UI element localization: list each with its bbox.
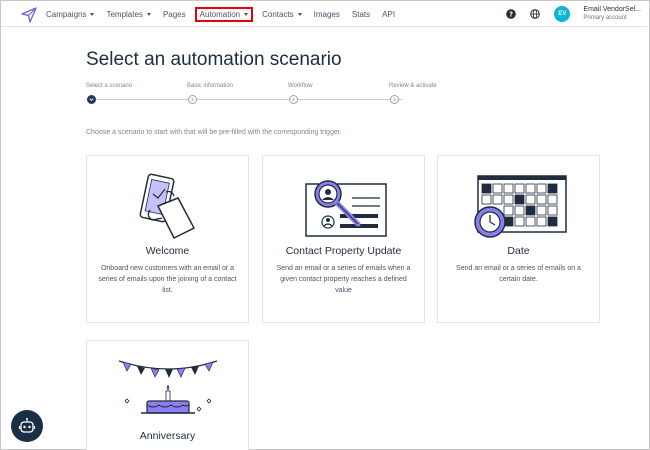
- svg-text:?: ?: [509, 11, 513, 19]
- nav-images-label: Images: [313, 9, 340, 19]
- scenario-title-date: Date: [507, 245, 530, 257]
- scenario-card-date[interactable]: Date Send an email or a series of emails…: [437, 155, 600, 323]
- robot-icon: [18, 418, 36, 433]
- main-nav: Campaigns Templates Pages Automation Con…: [46, 1, 407, 27]
- chevron-down-icon: [89, 98, 94, 101]
- nav-campaigns[interactable]: Campaigns: [46, 9, 95, 19]
- step-3-label: Workflow: [288, 83, 313, 89]
- top-navigation-bar: Campaigns Templates Pages Automation Con…: [1, 1, 647, 27]
- account-name: Email VendorSel...: [583, 6, 641, 13]
- help-circle-icon[interactable]: ?: [506, 9, 517, 19]
- nav-contacts-label: Contacts: [262, 9, 294, 19]
- step-3-indicator: [289, 95, 298, 104]
- page-subtitle: Choose a scenario to start with that wil…: [86, 129, 342, 136]
- account-menu[interactable]: Email VendorSel... Primary account: [583, 5, 641, 23]
- account-role: Primary account: [583, 15, 627, 21]
- chevron-down-icon: [90, 12, 95, 16]
- scenario-title-contact-property-update: Contact Property Update: [285, 245, 402, 257]
- magnifier-contact-illustration-icon: [304, 180, 387, 237]
- nav-images[interactable]: Images: [314, 10, 340, 19]
- calendar-clock-illustration-icon: [473, 175, 567, 238]
- header-tools: ? EV Email VendorSel... Primary account: [506, 1, 641, 27]
- scenario-title-anniversary: Anniversary: [139, 430, 196, 442]
- nav-templates[interactable]: Templates: [106, 9, 151, 19]
- scenario-card-anniversary[interactable]: Anniversary: [86, 340, 249, 450]
- step-4-indicator: [390, 95, 399, 104]
- birthday-cake-illustration-icon: [118, 360, 217, 414]
- chevron-right-icon: [292, 97, 295, 102]
- chatbot-button[interactable]: [11, 410, 43, 442]
- phone-hand-illustration-icon: [139, 173, 195, 240]
- nav-api[interactable]: API: [382, 10, 395, 19]
- nav-stats[interactable]: Stats: [352, 10, 370, 19]
- chevron-right-icon: [191, 97, 194, 102]
- scenario-title-welcome: Welcome: [145, 245, 190, 257]
- scenario-card-welcome[interactable]: Welcome Onboard new customers with an em…: [86, 155, 249, 323]
- page-title: Select an automation scenario: [86, 49, 342, 70]
- paper-plane-logo-icon[interactable]: [21, 7, 37, 23]
- nav-automation[interactable]: Automation: [194, 6, 254, 22]
- stepper-track: [92, 99, 402, 100]
- nav-api-label: API: [382, 9, 396, 19]
- step-1-label: Select a scenario: [86, 83, 133, 89]
- nav-campaigns-label: Campaigns: [46, 9, 87, 19]
- scenario-desc-welcome: Onboard new customers with an email or a…: [98, 265, 237, 294]
- step-2-indicator: [188, 95, 197, 104]
- step-4-label: Review & activate: [389, 83, 437, 89]
- nav-templates-label: Templates: [106, 9, 143, 19]
- nav-pages[interactable]: Pages: [163, 10, 186, 19]
- step-1-indicator: [87, 95, 96, 104]
- chevron-down-icon: [244, 12, 249, 16]
- nav-automation-label: Automation: [199, 9, 241, 19]
- nav-stats-label: Stats: [351, 9, 371, 19]
- nav-pages-label: Pages: [162, 9, 186, 19]
- globe-icon[interactable]: [530, 9, 541, 19]
- scenario-desc-date: Send an email or a series of emails on a…: [456, 265, 581, 283]
- avatar[interactable]: EV: [554, 6, 571, 22]
- nav-contacts[interactable]: Contacts: [262, 10, 302, 19]
- scenario-card-contact-property-update[interactable]: Contact Property Update Send an email or…: [262, 155, 425, 323]
- chevron-down-icon: [297, 12, 302, 16]
- scenario-desc-contact-property-update: Send an email or a series of emails when…: [276, 265, 411, 294]
- chevron-down-icon: [146, 12, 151, 16]
- chevron-right-icon: [393, 97, 396, 102]
- step-2-label: Basic information: [187, 83, 234, 89]
